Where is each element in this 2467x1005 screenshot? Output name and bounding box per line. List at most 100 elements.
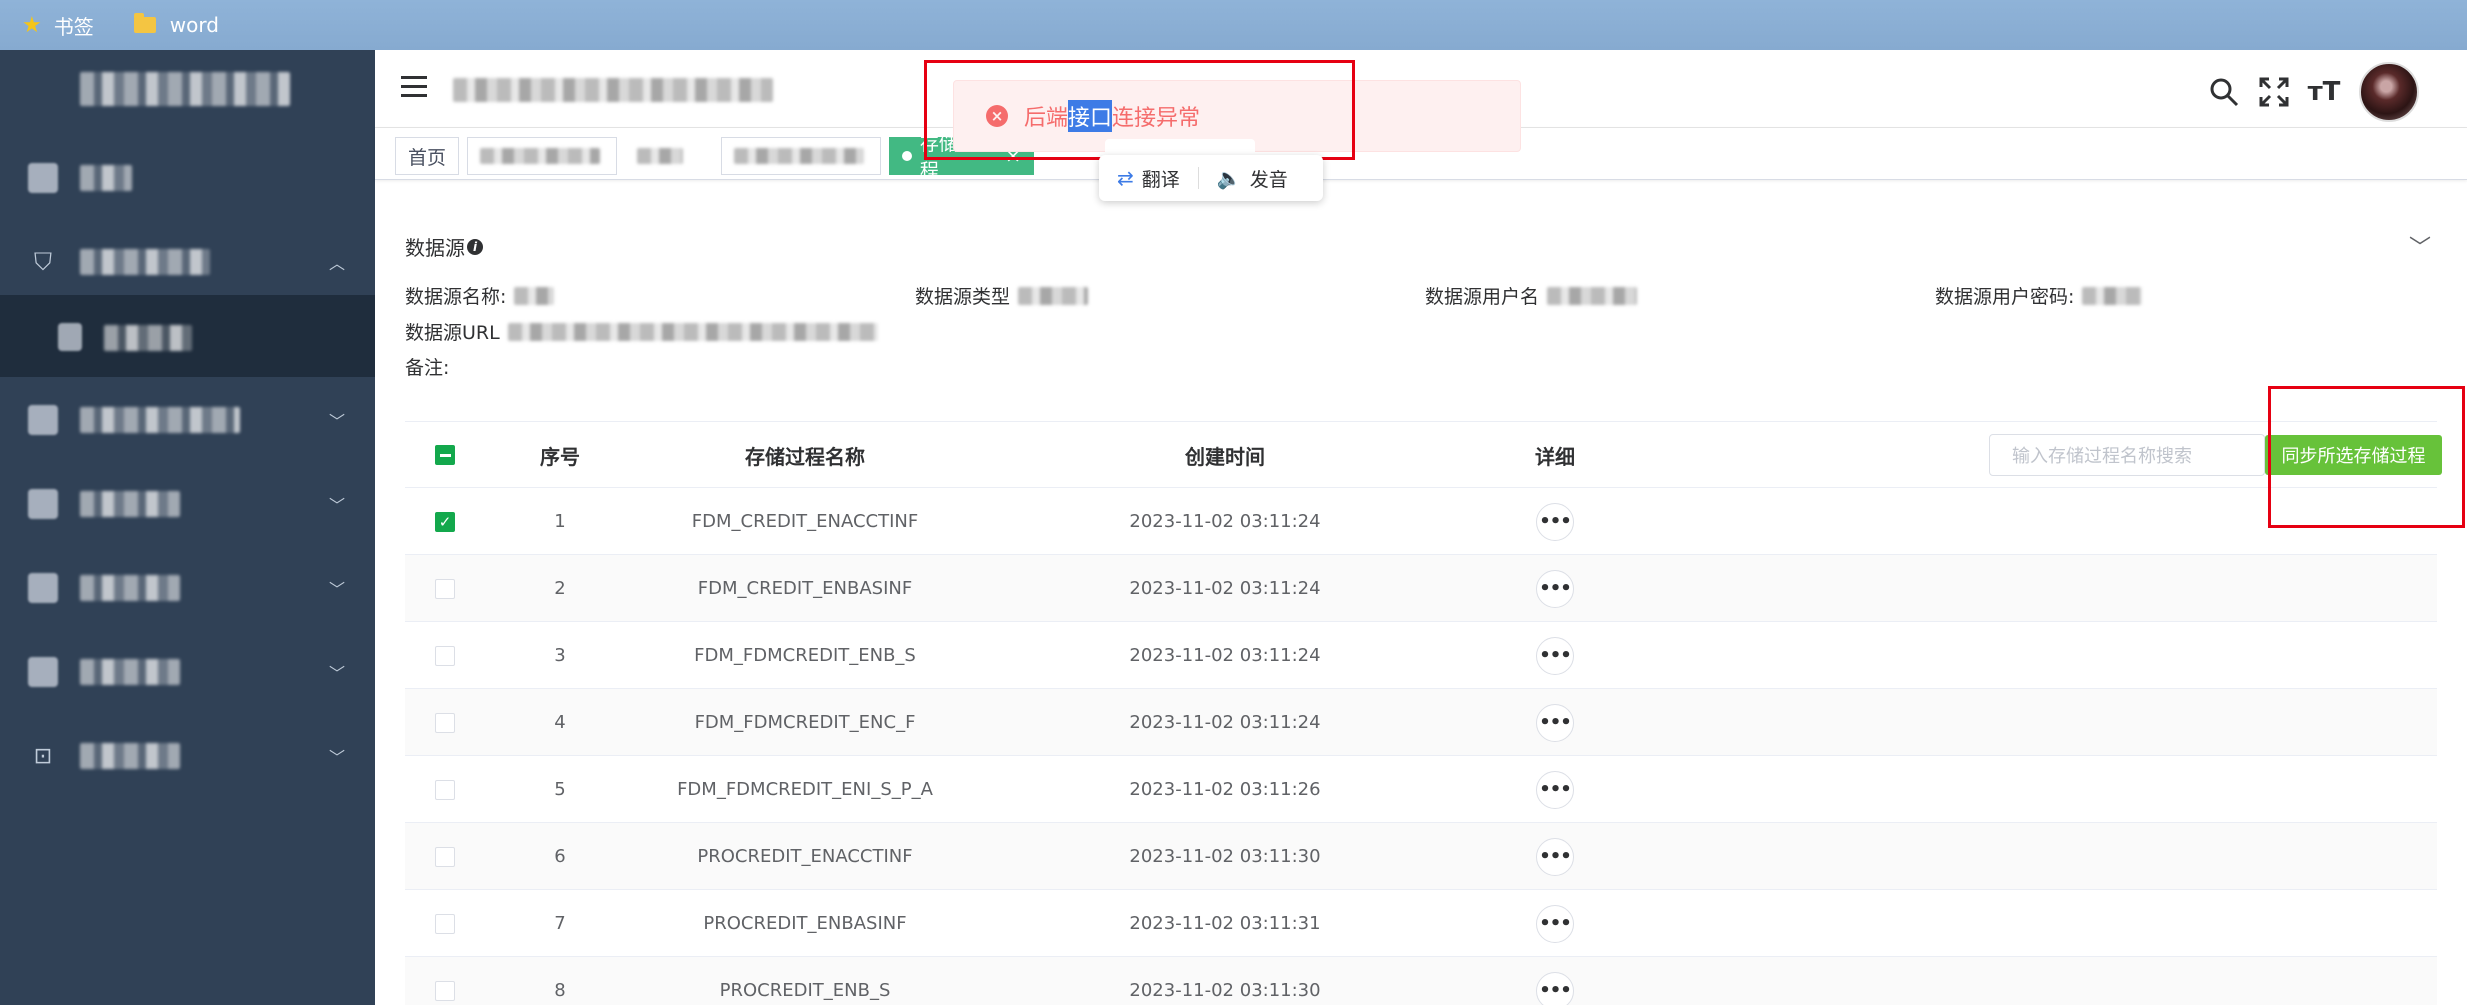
cell-created: 2023-11-02 03:11:24 <box>1129 712 1321 733</box>
sidebar-item[interactable]: ⊡ ﹀ <box>0 714 375 798</box>
sidebar: ⛉ ︿ ﹀ ﹀ ﹀ ﹀ ⊡ ﹀ <box>0 50 375 1005</box>
cell-index: 7 <box>554 913 566 934</box>
more-icon[interactable]: ••• <box>1536 770 1574 809</box>
avatar[interactable] <box>2359 62 2419 122</box>
translate-popup: ⇄ 翻译 🔈 发音 <box>1099 155 1323 201</box>
sidebar-subitem-label <box>104 325 192 351</box>
sidebar-item[interactable]: ⛉ ︿ <box>0 220 375 304</box>
cell-index: 1 <box>554 511 566 532</box>
tag-item[interactable] <box>467 137 617 175</box>
navbar-tools: ᴛT <box>2199 62 2419 122</box>
table-row[interactable]: 2 FDM_CREDIT_ENBASINF 2023-11-02 03:11:24 •… <box>405 555 2437 622</box>
table-row[interactable]: 4 FDM_FDMCREDIT_ENC_F 2023-11-02 03:11:24 •… <box>405 689 2437 756</box>
file-icon <box>28 489 58 519</box>
sidebar-item-label <box>80 407 240 433</box>
pronounce-button[interactable]: 🔈 发音 <box>1199 165 1306 192</box>
chevron-down-icon[interactable]: ﹀ <box>2409 230 2431 262</box>
datasource-type-field: 数据源类型 <box>915 282 1089 309</box>
bookmarks-bar: ★ 书签 word <box>0 0 2467 50</box>
breadcrumb <box>453 78 773 102</box>
cell-created: 2023-11-02 03:11:26 <box>1129 779 1321 800</box>
row-checkbox[interactable] <box>435 645 455 666</box>
font-size-icon[interactable]: ᴛT <box>2299 67 2349 117</box>
chevron-down-icon: ﹀ <box>328 580 345 599</box>
sidebar-item-label <box>80 491 180 517</box>
bookmark-folder[interactable]: word <box>133 13 219 37</box>
tag-item[interactable] <box>721 137 881 175</box>
sidebar-item[interactable] <box>0 136 375 220</box>
cell-name: PROCREDIT_ENACCTINF <box>697 846 913 867</box>
more-icon[interactable]: ••• <box>1536 636 1574 675</box>
chevron-down-icon: ﹀ <box>328 496 345 515</box>
document-icon <box>28 405 58 435</box>
more-icon[interactable]: ••• <box>1536 971 1574 1005</box>
menu-icon <box>58 323 82 351</box>
select-all-checkbox[interactable] <box>435 445 455 465</box>
row-checkbox[interactable] <box>435 578 455 599</box>
sidebar-item[interactable]: ﹀ <box>0 378 375 462</box>
star-icon: ★ <box>22 12 42 38</box>
cell-name: FDM_CREDIT_ENACCTINF <box>691 511 919 532</box>
cell-name: FDM_FDMCREDIT_ENB_S <box>694 645 916 666</box>
cell-index: 5 <box>554 779 566 800</box>
row-checkbox[interactable] <box>435 779 455 800</box>
cell-index: 2 <box>554 578 566 599</box>
more-icon[interactable]: ••• <box>1536 703 1574 742</box>
more-icon[interactable]: ••• <box>1536 569 1574 608</box>
row-checkbox[interactable] <box>435 712 455 733</box>
cell-created: 2023-11-02 03:11:30 <box>1129 846 1321 867</box>
header-index: 序号 <box>540 444 580 469</box>
chevron-down-icon: ﹀ <box>328 664 345 683</box>
folder-icon <box>133 13 156 33</box>
fullscreen-icon[interactable] <box>2249 67 2299 117</box>
monitor-icon <box>28 657 58 687</box>
sidebar-item-label <box>80 165 132 191</box>
shield-icon: ⛉ <box>34 248 52 276</box>
cell-index: 6 <box>554 846 566 867</box>
cell-index: 8 <box>554 980 566 1001</box>
plugin-icon <box>28 573 58 603</box>
sidebar-item[interactable]: ﹀ <box>0 630 375 714</box>
row-checkbox[interactable] <box>435 980 455 1001</box>
row-checkbox[interactable]: ✓ <box>435 511 455 532</box>
cell-created: 2023-11-02 03:11:30 <box>1129 980 1321 1001</box>
toolbox-icon: ⊡ <box>33 743 53 769</box>
tag-home[interactable]: 首页 <box>395 137 460 175</box>
header-name: 存储过程名称 <box>745 444 865 469</box>
search-icon[interactable] <box>2199 67 2249 117</box>
chevron-down-icon: ﹀ <box>328 412 345 431</box>
sidebar-item-label <box>80 743 180 769</box>
datasource-name-field: 数据源名称: <box>405 282 555 309</box>
more-icon[interactable]: ••• <box>1536 904 1574 943</box>
table-row[interactable]: 5 FDM_FDMCREDIT_ENI_S_P_A 2023-11-02 03:11… <box>405 756 2437 823</box>
bookmark-item[interactable]: ★ 书签 <box>22 11 94 40</box>
cell-name: PROCREDIT_ENB_S <box>719 980 891 1001</box>
sidebar-item[interactable]: ﹀ <box>0 546 375 630</box>
row-checkbox[interactable] <box>435 846 455 867</box>
sidebar-item[interactable]: ﹀ <box>0 462 375 546</box>
search-input[interactable]: 输入存储过程名称搜索 <box>1989 434 2265 476</box>
table-row[interactable]: 8 PROCREDIT_ENB_S 2023-11-02 03:11:30 ••• <box>405 957 2437 1005</box>
chevron-up-icon: ︿ <box>328 254 345 273</box>
hamburger-icon[interactable] <box>401 76 427 100</box>
info-icon: i <box>467 238 483 255</box>
row-checkbox[interactable] <box>435 913 455 934</box>
table-row[interactable]: 6 PROCREDIT_ENACCTINF 2023-11-02 03:11:30 •… <box>405 823 2437 890</box>
header-created: 创建时间 <box>1185 444 1265 469</box>
more-icon[interactable]: ••• <box>1536 837 1574 876</box>
sidebar-subitem-active[interactable] <box>0 295 375 377</box>
datasource-url-field: 数据源URL <box>405 318 878 345</box>
cell-name: PROCREDIT_ENBASINF <box>703 913 907 934</box>
cell-index: 4 <box>554 712 566 733</box>
cell-created: 2023-11-02 03:11:24 <box>1129 578 1321 599</box>
cell-index: 3 <box>554 645 566 666</box>
chevron-down-icon: ﹀ <box>328 748 345 767</box>
datasource-title: 数据源 i <box>405 232 483 261</box>
translate-button[interactable]: ⇄ 翻译 <box>1099 165 1198 192</box>
table-row[interactable]: 7 PROCREDIT_ENBASINF 2023-11-02 03:11:31 ••… <box>405 890 2437 957</box>
tag-item[interactable] <box>625 137 695 175</box>
more-icon[interactable]: ••• <box>1536 502 1574 541</box>
table-row[interactable]: 3 FDM_FDMCREDIT_ENB_S 2023-11-02 03:11:24 •… <box>405 622 2437 689</box>
table-row[interactable]: ✓ 1 FDM_CREDIT_ENACCTINF 2023-11-02 03:11:2… <box>405 488 2437 555</box>
bookmark-label: word <box>169 13 219 37</box>
